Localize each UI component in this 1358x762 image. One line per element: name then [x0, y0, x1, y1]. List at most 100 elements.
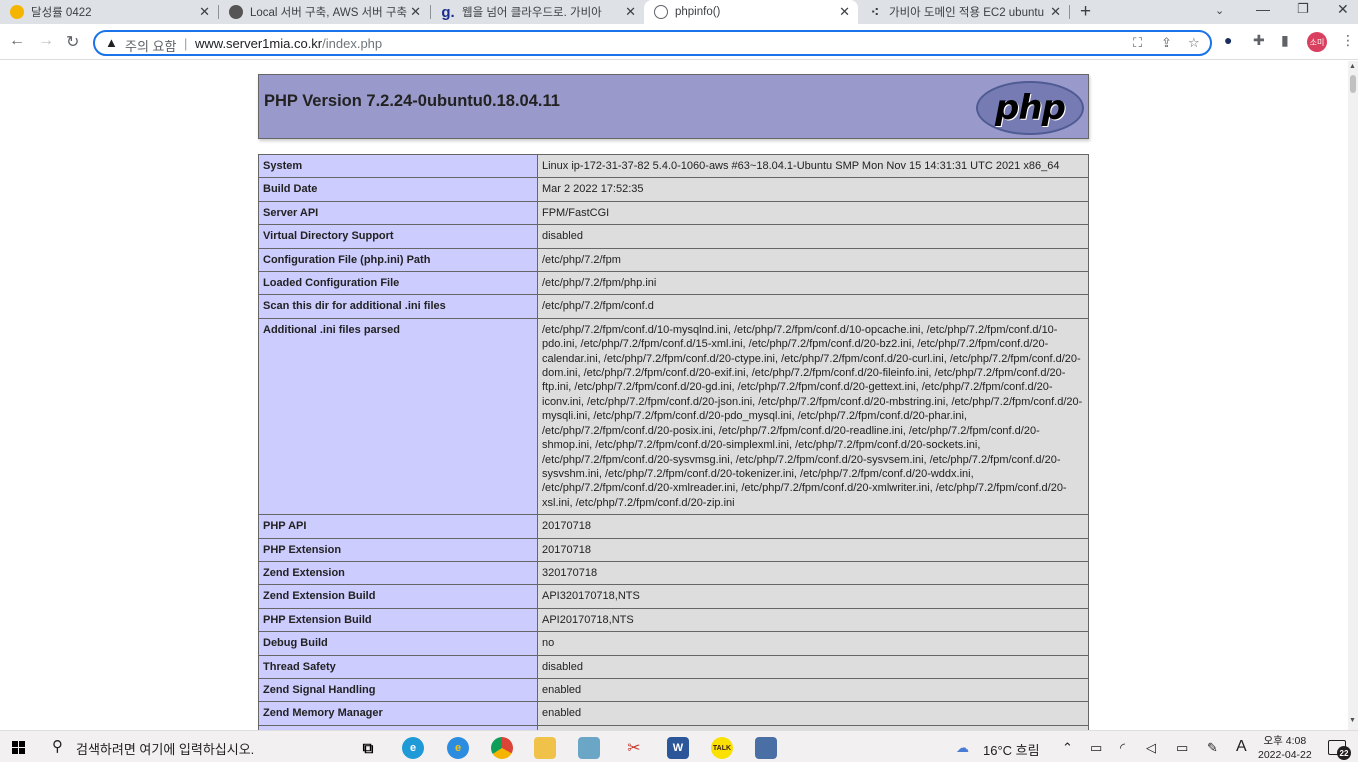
pen-icon[interactable]: ✎: [1207, 740, 1218, 756]
chrome-browser-icon[interactable]: [491, 737, 513, 759]
warning-triangle-icon[interactable]: ▲: [105, 35, 118, 50]
scroll-up-arrow-icon[interactable]: ▲: [1349, 63, 1356, 70]
tab-separator: [1069, 5, 1070, 19]
close-icon[interactable]: ✕: [625, 4, 636, 20]
onedrive-icon[interactable]: ▭: [1090, 740, 1102, 756]
tab-notion[interactable]: 달성률 0422 ✕: [0, 0, 218, 24]
kakaotalk-icon[interactable]: TALK: [711, 737, 733, 759]
php-logo[interactable]: php: [976, 81, 1084, 135]
phpinfo-value: API320170718,NTS: [537, 584, 1089, 609]
new-tab-button[interactable]: +: [1080, 1, 1091, 23]
file-explorer-icon[interactable]: [534, 737, 556, 759]
close-icon[interactable]: ✕: [410, 4, 421, 20]
menu-kebab-icon[interactable]: ⋮: [1341, 32, 1355, 49]
phpinfo-row: Server API FPM/FastCGI: [258, 200, 1089, 226]
phpinfo-value: no: [537, 631, 1089, 656]
phpinfo-row: Zend Extension 320170718: [258, 560, 1089, 586]
notes-app-icon[interactable]: [578, 737, 600, 759]
phpinfo-row: Build Date Mar 2 2022 17:52:35: [258, 177, 1089, 202]
extension-check-icon[interactable]: ●: [1224, 32, 1232, 48]
reload-icon[interactable]: ↻: [66, 32, 79, 52]
snipping-tool-icon[interactable]: ✂: [623, 737, 645, 759]
phpinfo-row: Additional .ini files parsed/etc/php/7.2…: [258, 317, 1089, 516]
windows-taskbar: ⚲ 검색하려면 여기에 입력하십시오. ⧉ e e ✂ W TALK ☁ 16°…: [0, 730, 1358, 762]
search-icon[interactable]: ⚲: [52, 737, 63, 755]
phpinfo-value: disabled: [537, 224, 1089, 249]
phpinfo-row: Thread Safety disabled: [258, 654, 1089, 679]
phpinfo-row: PHP Extension 20170718: [258, 537, 1089, 562]
phpinfo-table-body: System Linux ip-172-31-37-82 5.4.0-1060-a…: [258, 153, 1089, 730]
notification-center-icon[interactable]: 22: [1328, 740, 1351, 760]
back-arrow-icon[interactable]: ←: [9, 32, 25, 50]
tab-title: phpinfo(): [675, 6, 721, 18]
window-close-icon[interactable]: ✕: [1337, 1, 1349, 18]
phpinfo-value: /etc/php/7.2/fpm/conf.d: [537, 294, 1089, 319]
url-text[interactable]: www.server1mia.co.kr/index.php: [195, 36, 382, 51]
ime-indicator[interactable]: A: [1236, 738, 1247, 756]
phpinfo-value: /etc/php/7.2/fpm/php.ini: [537, 271, 1089, 296]
security-label[interactable]: 주의 요함: [125, 36, 176, 55]
translate-icon[interactable]: ⛶: [1133, 35, 1142, 51]
scrollbar-thumb[interactable]: [1350, 75, 1356, 93]
address-bar[interactable]: ▲ 주의 요함 | www.server1mia.co.kr/index.php…: [93, 30, 1212, 56]
url-path: /index.php: [322, 36, 383, 51]
tab-title: 가비아 도메인 적용 EC2 ubuntu: [889, 7, 1044, 19]
tab-strip: 달성률 0422 ✕ Local 서버 구축, AWS 서버 구축 ✕ g. 웹…: [0, 0, 1358, 24]
tab-search-chevron-icon[interactable]: ⌄: [1215, 4, 1224, 17]
gabia-icon: g.: [441, 3, 455, 21]
tab-gabia[interactable]: g. 웹을 넘어 클라우드로. 가비아 ✕: [431, 0, 644, 24]
phpinfo-key: Zend Extension Build: [258, 584, 538, 609]
task-view-icon[interactable]: ⧉: [357, 737, 379, 759]
close-icon[interactable]: ✕: [839, 4, 850, 20]
taskbar-search-input[interactable]: 검색하려면 여기에 입력하십시오.: [76, 739, 254, 758]
github-icon: [229, 5, 243, 19]
internet-explorer-icon[interactable]: e: [447, 737, 469, 759]
scroll-down-arrow-icon[interactable]: ▼: [1349, 717, 1356, 724]
weather-text[interactable]: 16°C 흐림: [983, 740, 1040, 759]
side-panel-icon[interactable]: ▮: [1281, 32, 1289, 49]
restore-icon[interactable]: ❐: [1297, 1, 1309, 17]
phpinfo-value: disabled: [537, 654, 1089, 679]
notification-count: 22: [1337, 746, 1351, 760]
windows-start-icon[interactable]: [12, 741, 25, 754]
remote-desktop-icon[interactable]: [755, 737, 777, 759]
clock-date: 2022-04-22: [1258, 749, 1312, 761]
tab-velog[interactable]: ⁖ 가비아 도메인 적용 EC2 ubuntu ✕: [858, 0, 1069, 24]
share-icon[interactable]: ⇪: [1161, 35, 1172, 51]
profile-avatar[interactable]: 소미: [1307, 32, 1327, 52]
taskbar-clock[interactable]: 오후 4:08 2022-04-22: [1258, 734, 1312, 762]
phpinfo-value: Mar 2 2022 17:52:35: [537, 177, 1089, 202]
phpinfo-row: Zend Extension Build API320170718,NTS: [258, 584, 1089, 609]
notion-moon-icon: [10, 5, 24, 19]
weather-icon[interactable]: ☁: [956, 740, 969, 756]
word-icon[interactable]: W: [667, 737, 689, 759]
page-scrollbar[interactable]: ▲ ▼: [1348, 61, 1358, 730]
phpinfo-row: Debug Build no: [258, 631, 1089, 656]
phpinfo-value: Linux ip-172-31-37-82 5.4.0-1060-aws #63…: [537, 153, 1089, 179]
edge-browser-icon[interactable]: e: [402, 737, 424, 759]
phpinfo-key: Thread Safety: [258, 654, 538, 679]
phpinfo-container: PHP Version 7.2.24-0ubuntu0.18.04.11 php…: [258, 74, 1089, 730]
phpinfo-row: Zend Memory Manager enabled: [258, 701, 1089, 726]
phpinfo-key: System: [258, 153, 538, 179]
phpinfo-row: PHP Extension Build API20170718,NTS: [258, 607, 1089, 633]
tab-phpinfo[interactable]: phpinfo() ✕: [644, 0, 858, 24]
close-icon[interactable]: ✕: [199, 4, 210, 20]
extensions-puzzle-icon[interactable]: ✚: [1253, 32, 1265, 49]
battery-icon[interactable]: ▭: [1176, 740, 1188, 756]
phpinfo-value: API20170718,NTS: [537, 607, 1089, 633]
clock-time: 오후 4:08: [1263, 735, 1307, 747]
wifi-icon[interactable]: ◜: [1120, 740, 1125, 756]
phpinfo-row: System Linux ip-172-31-37-82 5.4.0-1060-a…: [258, 153, 1089, 179]
tab-github[interactable]: Local 서버 구축, AWS 서버 구축 ✕: [219, 0, 429, 24]
url-host: www.server1mia.co.kr: [195, 36, 323, 51]
tray-chevron-up-icon[interactable]: ⌃: [1062, 740, 1073, 756]
tab-title: 웹을 넘어 클라우드로. 가비아: [462, 7, 602, 19]
close-icon[interactable]: ✕: [1050, 4, 1061, 20]
phpinfo-key: Build Date: [258, 177, 538, 202]
volume-icon[interactable]: ◁: [1146, 740, 1156, 756]
bookmark-star-icon[interactable]: ☆: [1188, 35, 1200, 51]
browser-toolbar: ← → ↻ ▲ 주의 요함 | www.server1mia.co.kr/ind…: [0, 24, 1358, 60]
forward-arrow-icon[interactable]: →: [38, 32, 54, 50]
minimize-icon[interactable]: —: [1256, 1, 1270, 17]
